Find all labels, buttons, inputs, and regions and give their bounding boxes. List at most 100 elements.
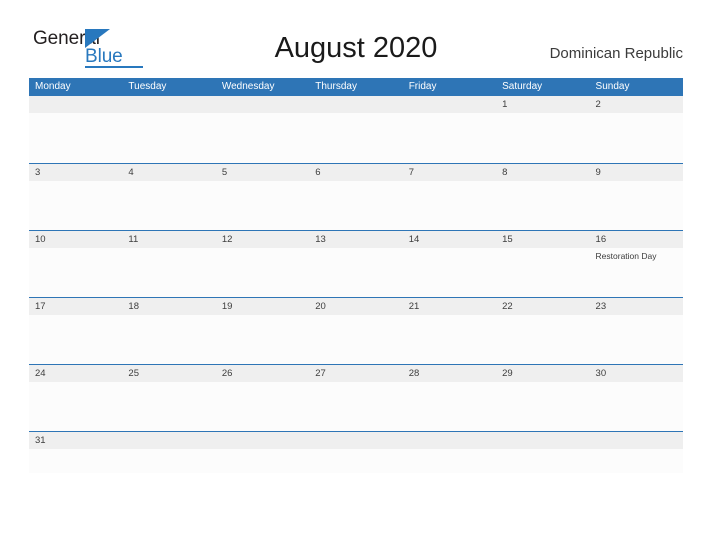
calendar-day-cell[interactable]: 23 [589,298,683,364]
day-body [29,449,122,452]
calendar-day-cell[interactable]: 30 [589,365,683,431]
day-number: 18 [128,301,139,312]
day-body [590,315,683,318]
calendar-day-cell-empty [309,432,403,473]
calendar-day-cell[interactable]: 13 [309,231,403,297]
weekday-friday: Friday [408,81,437,92]
day-number: 9 [595,167,601,178]
day-body [496,181,589,184]
day-body [122,449,215,452]
day-number: 24 [35,368,46,379]
day-number-band: 18 [122,298,216,315]
calendar-day-cell[interactable]: 9 [589,164,683,230]
day-number: 21 [408,301,420,312]
day-body [122,315,215,318]
calendar-day-cell-empty [496,432,590,473]
calendar-day-cell-empty [309,96,403,163]
day-number-band: 20 [309,298,403,315]
day-body [590,449,683,452]
calendar-week-row: 31 [29,431,683,473]
day-number-band: 30 [589,365,683,382]
day-number: 13 [315,234,326,245]
day-number-band: 17 [29,298,123,315]
calendar-day-cell-empty [122,96,216,163]
day-number: 15 [502,234,513,245]
calendar-day-cell[interactable]: 22 [496,298,590,364]
day-body [309,449,402,452]
calendar-day-cell[interactable]: 8 [496,164,590,230]
weekday-sunday: Sunday [595,81,630,92]
day-number-band: 14 [402,231,497,248]
calendar-day-cell[interactable]: 21 [402,298,497,364]
day-number-band: 16 [589,231,683,248]
day-number: 22 [502,301,513,312]
calendar-day-cell[interactable]: 15 [496,231,590,297]
day-number: 27 [315,368,326,379]
day-number-band: 7 [402,164,497,181]
day-number-band: 23 [589,298,683,315]
day-number-band [215,432,310,449]
calendar-day-cell-empty [29,96,123,163]
day-body [590,382,683,385]
calendar-day-cell[interactable]: 12 [215,231,310,297]
day-number: 19 [221,301,233,312]
day-number: 26 [221,368,233,379]
calendar-day-cell[interactable]: 18 [122,298,216,364]
day-number-band: 11 [122,231,216,248]
day-number-band [309,96,403,113]
calendar-week-row: 3 4 5 6 7 8 9 [29,163,683,230]
day-number-band: 2 [589,96,683,113]
calendar-day-cell[interactable]: 28 [402,365,497,431]
calendar-day-cell[interactable]: 16 Restoration Day [589,231,683,297]
day-number-band: 19 [215,298,310,315]
weekday-thursday: Thursday [315,81,357,92]
day-body [29,315,122,318]
calendar-day-cell[interactable]: 31 [29,432,123,473]
day-number-band: 4 [122,164,216,181]
day-number-band [29,96,123,113]
calendar-week-row: 24 25 26 27 28 29 30 [29,364,683,431]
calendar-day-cell[interactable]: 29 [496,365,590,431]
day-number: 25 [128,368,139,379]
calendar-day-cell-empty [402,96,497,163]
calendar-page: General Blue August 2020 Dominican Repub… [0,0,712,550]
day-number: 12 [221,234,233,245]
day-body [29,248,122,251]
day-body [496,248,589,251]
calendar-day-cell[interactable]: 4 [122,164,216,230]
calendar-day-cell[interactable]: 5 [215,164,310,230]
day-body [590,113,683,116]
day-number-band: 8 [496,164,590,181]
calendar-day-cell[interactable]: 6 [309,164,403,230]
calendar-day-cell[interactable]: 1 [496,96,590,163]
weekday-wednesday: Wednesday [221,81,275,92]
day-number: 14 [408,234,420,245]
day-event-label: Restoration Day [595,251,657,261]
day-number: 20 [315,301,326,312]
day-body [216,248,309,251]
calendar-day-cell[interactable]: 20 [309,298,403,364]
day-body [122,248,215,251]
calendar-day-cell[interactable]: 27 [309,365,403,431]
day-number-band [589,432,683,449]
calendar-day-cell[interactable]: 11 [122,231,216,297]
calendar-day-cell[interactable]: 2 [589,96,683,163]
calendar-day-cell[interactable]: 24 [29,365,123,431]
day-body [590,181,683,184]
weekday-saturday: Saturday [502,81,543,92]
day-body: Restoration Day [590,248,683,262]
calendar-day-cell[interactable]: 17 [29,298,123,364]
day-body [122,181,215,184]
calendar-day-cell[interactable]: 19 [215,298,310,364]
day-body [309,382,402,385]
weekday-monday: Monday [35,81,71,92]
calendar-day-cell[interactable]: 10 [29,231,123,297]
calendar-day-cell[interactable]: 3 [29,164,123,230]
calendar-day-cell[interactable]: 25 [122,365,216,431]
calendar-weeks: 1 2 3 4 5 6 7 8 9 10 11 12 13 14 15 16 Restoration Day 17… [29,96,683,473]
calendar-day-cell[interactable]: 26 [215,365,310,431]
calendar-day-cell[interactable]: 7 [402,164,497,230]
day-number-band: 9 [589,164,683,181]
calendar-day-cell[interactable]: 14 [402,231,497,297]
day-number: 23 [595,301,607,312]
